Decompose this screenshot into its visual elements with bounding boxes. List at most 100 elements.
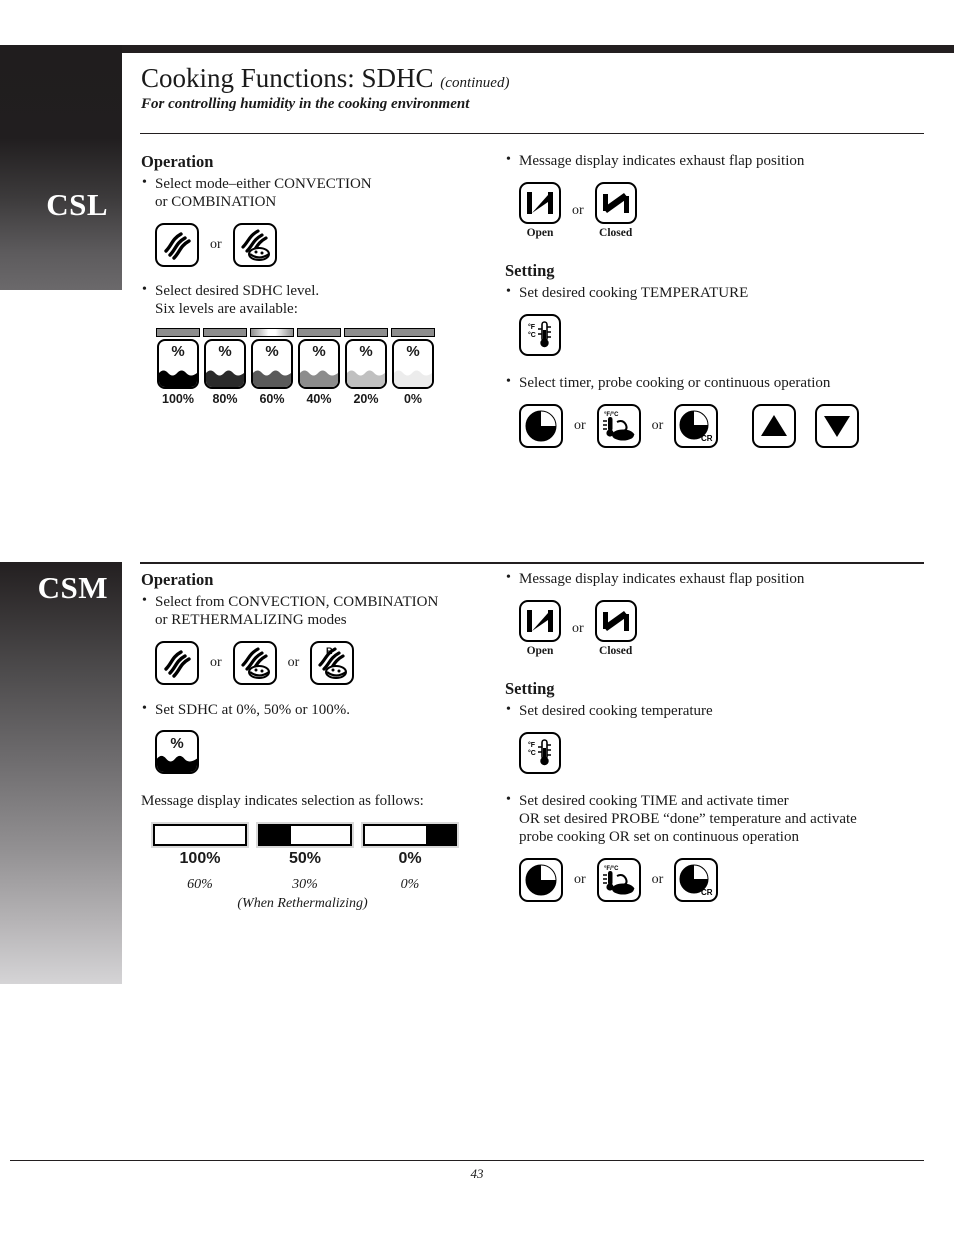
page-title: Cooking Functions: SDHC (continued) xyxy=(141,64,931,92)
sdhc-level-40[interactable]: % 40% xyxy=(296,328,342,406)
sdhc-level-key-80[interactable]: % xyxy=(204,339,246,390)
csl-setting-heading: Setting xyxy=(505,261,555,281)
csm-message-intro: Message display indicates selection as f… xyxy=(141,792,424,809)
sdhc-level-bar-0 xyxy=(391,328,435,338)
sdhc-level-label-60: 60% xyxy=(259,392,285,407)
svg-text:°C: °C xyxy=(528,749,536,757)
sdhc-level-bar-100 xyxy=(156,328,200,338)
combination-mode-key[interactable] xyxy=(232,640,277,685)
convection-mode-key[interactable] xyxy=(155,222,199,267)
csl-operation-heading: Operation xyxy=(141,152,214,171)
svg-text:°F/°C: °F/°C xyxy=(604,412,619,418)
sdhc-level-bar-20 xyxy=(344,328,388,338)
svg-text:°F: °F xyxy=(528,323,536,331)
rethermalizing-mode-key[interactable]: R xyxy=(310,640,355,685)
csm-mode-or-label-1: or xyxy=(210,654,222,670)
flap-open-key[interactable] xyxy=(519,182,561,225)
message-bar-label-50: 50% xyxy=(288,850,322,868)
message-bar-sub-50: 30% xyxy=(292,877,318,893)
csl-timer-key-row: or °F/°C or CR xyxy=(519,403,925,448)
increase-key[interactable] xyxy=(752,403,797,448)
message-bar-cell-100: 100% 60% xyxy=(153,824,247,893)
section-divider xyxy=(140,562,924,564)
csl-mode-or-label: or xyxy=(210,236,222,252)
csm-temp-key-row: °F °C xyxy=(519,731,925,774)
water-fill-0 xyxy=(394,370,432,388)
csl-temp-key-row: °F °C xyxy=(519,313,925,356)
sdhc-level-20[interactable]: % 20% xyxy=(343,328,389,406)
csm-timer-key-row: or °F/°C or CR xyxy=(519,858,925,903)
csm-time-line1: Set desired cooking TIME and activate ti… xyxy=(519,792,789,809)
combination-mode-key[interactable] xyxy=(232,222,277,267)
water-fill-60 xyxy=(253,370,291,388)
sdhc-percent-glyph-100: % xyxy=(171,343,185,361)
water-fill-full xyxy=(157,755,197,772)
section-tab-csl: CSL xyxy=(0,45,122,290)
water-fill-100 xyxy=(159,370,197,388)
csm-time-line3: probe cooking OR set on continuous opera… xyxy=(519,829,799,846)
flap-closed-key[interactable] xyxy=(594,600,637,643)
csm-sdhc-bullet: Set SDHC at 0%, 50% or 100%. xyxy=(141,700,491,719)
sdhc-level-label-0: 0% xyxy=(403,392,423,407)
svg-text:CR: CR xyxy=(701,888,713,897)
message-bar-label-0: 0% xyxy=(398,850,422,868)
svg-text:CR: CR xyxy=(701,434,713,443)
sdhc-level-100[interactable]: % 100% xyxy=(155,328,201,406)
continuous-operation-key[interactable]: CR xyxy=(674,858,719,903)
sdhc-level-key-60[interactable]: % xyxy=(251,339,293,390)
sdhc-percent-glyph-0: % xyxy=(406,343,420,361)
csm-mode-bullet: Select from CONVECTION, COMBINATION or R… xyxy=(141,592,491,630)
sdhc-level-label-100: 100% xyxy=(162,392,194,407)
water-fill-40 xyxy=(300,370,338,388)
svg-text:°F: °F xyxy=(528,741,536,749)
sdhc-level-label-80: 80% xyxy=(212,392,238,407)
csl-level-line1: Select desired SDHC level. xyxy=(155,282,320,299)
timer-key[interactable] xyxy=(519,403,563,448)
csm-operation-heading: Operation xyxy=(141,570,214,589)
sdhc-level-80[interactable]: % 80% xyxy=(202,328,248,406)
sdhc-level-60[interactable]: % 60% xyxy=(249,328,295,406)
probe-cooking-key[interactable]: °F/°C xyxy=(596,858,641,903)
sdhc-percent-glyph-80: % xyxy=(218,343,232,361)
sdhc-key[interactable]: % xyxy=(155,729,199,774)
csm-flap-bullet: Message display indicates exhaust flap p… xyxy=(505,569,925,588)
csl-mode-bullet: Select mode–either CONVECTION or COMBINA… xyxy=(141,174,491,212)
timer-key[interactable] xyxy=(519,858,563,903)
sdhc-level-key-40[interactable]: % xyxy=(298,339,340,390)
svg-text:°F/°C: °F/°C xyxy=(604,866,619,872)
csm-mode-line1: Select from CONVECTION, COMBINATION xyxy=(155,594,439,610)
csm-setting-column: Message display indicates exhaust flap p… xyxy=(505,569,925,903)
csm-flap-or-label: or xyxy=(572,620,584,636)
message-bar-sub-0: 0% xyxy=(400,877,420,893)
convection-mode-key[interactable] xyxy=(155,640,199,685)
tab-csm-label: CSM xyxy=(37,570,108,605)
temperature-key[interactable]: °F °C xyxy=(519,313,561,356)
flap-open-key[interactable] xyxy=(519,600,561,643)
decrease-key[interactable] xyxy=(815,403,860,448)
csm-message-note: (When Rethermalizing) xyxy=(237,896,368,912)
flap-closed-key[interactable] xyxy=(594,182,637,225)
sdhc-level-bar-40 xyxy=(297,328,341,338)
probe-cooking-key[interactable]: °F/°C xyxy=(596,403,641,448)
csm-mode-or-label-2: or xyxy=(287,654,300,670)
page-number: 43 xyxy=(470,1166,484,1181)
sdhc-level-key-group: % 100% % 80% % 60% % 40% % 20% % 0% xyxy=(155,328,491,406)
tab-csl-label: CSL xyxy=(46,187,108,222)
sdhc-level-0[interactable]: % 0% xyxy=(390,328,436,406)
page-title-text: Cooking Functions: SDHC xyxy=(141,63,434,93)
sdhc-level-key-0[interactable]: % xyxy=(392,339,434,390)
csl-operation-column: Operation Select mode–either CONVECTION … xyxy=(141,152,491,406)
water-fill-20 xyxy=(347,370,385,388)
csl-mode-line2: or COMBINATION xyxy=(155,194,277,211)
csm-timer-or-label-2: or xyxy=(651,872,664,888)
continuous-operation-key[interactable]: CR xyxy=(674,403,719,448)
sdhc-level-key-100[interactable]: % xyxy=(157,339,199,390)
svg-text:°C: °C xyxy=(528,331,536,339)
sdhc-level-key-20[interactable]: % xyxy=(345,339,387,390)
csl-timer-or-label-2: or xyxy=(651,417,664,433)
top-black-bar xyxy=(0,45,954,53)
flap-open-label: Open xyxy=(526,645,554,658)
temperature-key[interactable]: °F °C xyxy=(519,731,561,774)
sdhc-percent-glyph: % xyxy=(170,734,184,752)
footer-divider xyxy=(10,1160,924,1161)
